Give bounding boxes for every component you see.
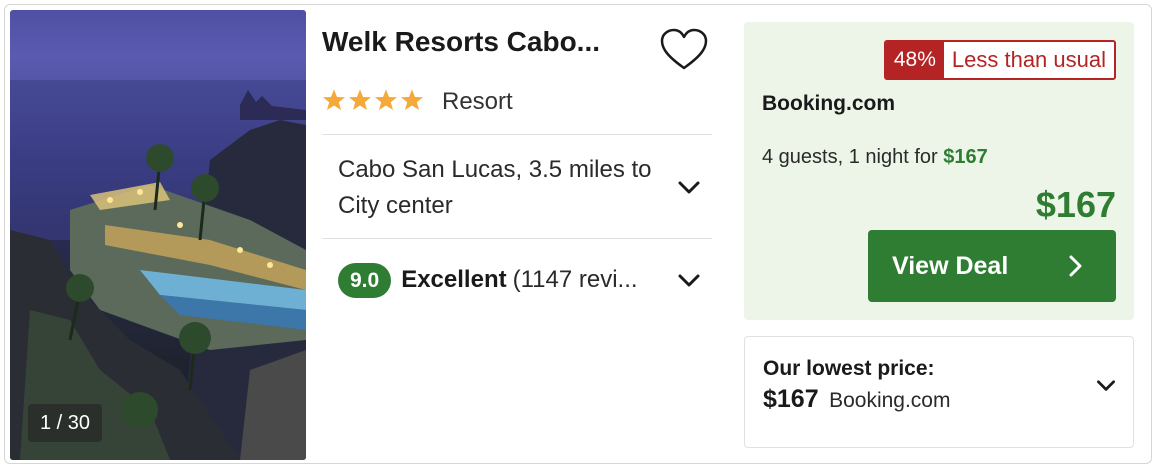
review-count: (1147 revi...: [512, 266, 638, 293]
review-summary[interactable]: 9.0 Excellent (1147 revi...: [338, 262, 641, 298]
discount-badge: 48% Less than usual: [883, 40, 1116, 80]
chevron-right-icon: [1069, 255, 1082, 277]
guests-text: 4 guests, 1 night for: [762, 146, 938, 168]
lowest-price-heading: Our lowest price:: [763, 357, 935, 380]
deal-provider: Booking.com: [762, 92, 896, 115]
chevron-down-icon[interactable]: [676, 268, 702, 294]
star-rating: Resort: [322, 88, 513, 118]
deal-price: $167: [1035, 184, 1116, 225]
lowest-price-amount: $167: [763, 385, 819, 413]
star-icon: [349, 89, 371, 110]
lowest-price-provider: Booking.com: [829, 389, 951, 412]
chevron-down-icon[interactable]: [676, 175, 702, 201]
discount-label: Less than usual: [951, 47, 1106, 72]
hotel-photo[interactable]: 1 / 30: [10, 10, 306, 460]
guests-price: $167: [943, 146, 988, 168]
chevron-down-icon[interactable]: [1095, 375, 1117, 397]
star-icon: [323, 89, 345, 110]
divider: [322, 238, 712, 239]
divider: [322, 134, 712, 135]
heart-icon: [660, 28, 708, 70]
review-rating-word: Excellent: [401, 266, 507, 293]
star-icon: [401, 89, 423, 110]
favorite-heart-button[interactable]: [660, 28, 708, 72]
location-text: Cabo San Lucas, 3.5 miles to City center: [338, 156, 652, 219]
hotel-name[interactable]: Welk Resorts Cabo...: [322, 26, 642, 58]
photo-counter: 1 / 30: [28, 404, 103, 442]
star-icon: [375, 89, 397, 110]
view-deal-button[interactable]: View Deal: [868, 230, 1116, 302]
photo-scene: [10, 80, 306, 460]
deal-panel: 48% Less than usual Booking.com 4 guests…: [744, 22, 1134, 320]
guests-summary: 4 guests, 1 night for $167: [762, 146, 988, 169]
lowest-price-panel[interactable]: Our lowest price: $167 Booking.com: [744, 336, 1134, 448]
view-deal-label: View Deal: [892, 251, 1009, 280]
property-type: Resort: [442, 88, 513, 115]
review-score-badge: 9.0: [338, 262, 392, 298]
discount-percent: 48%: [885, 42, 944, 78]
lowest-price-row: $167 Booking.com: [763, 385, 950, 414]
